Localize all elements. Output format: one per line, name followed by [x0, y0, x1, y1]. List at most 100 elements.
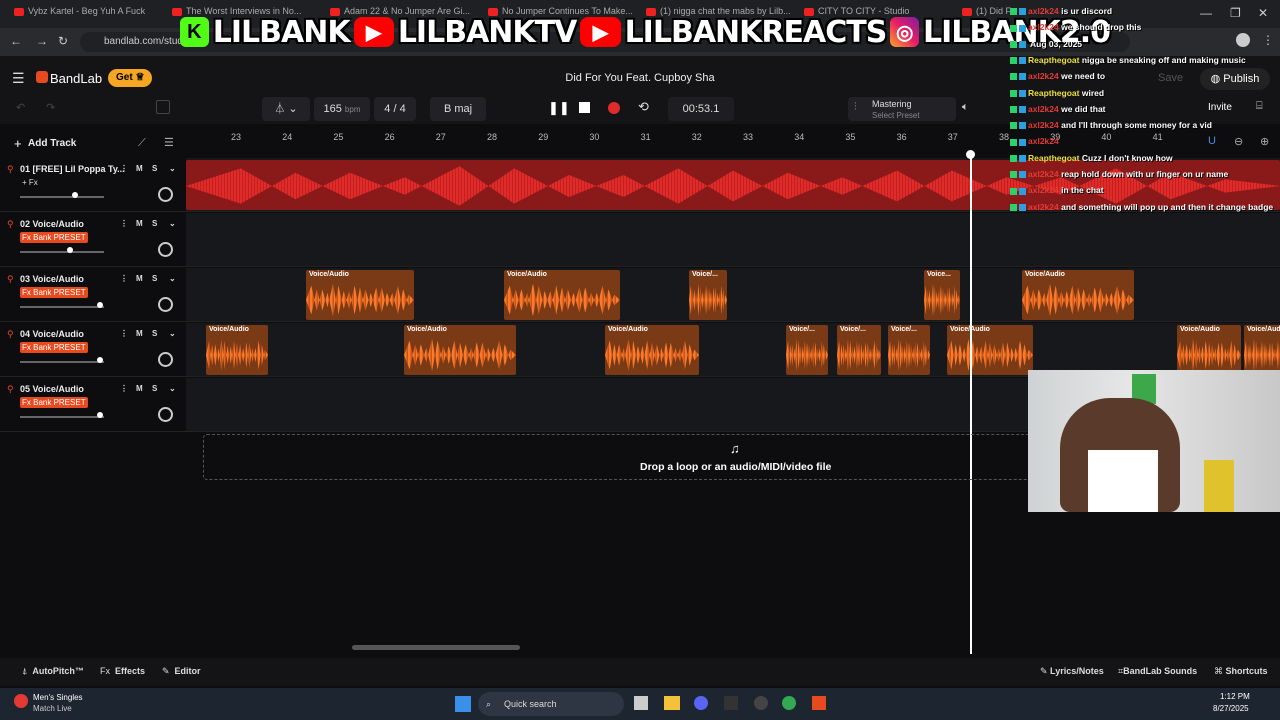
pan-knob[interactable] [158, 297, 173, 312]
stop-button[interactable] [579, 102, 590, 113]
obs-icon[interactable] [754, 696, 768, 710]
effects-button[interactable]: Fx Effects [100, 666, 145, 676]
taskbar-search[interactable]: ⌕ Quick search [478, 692, 624, 716]
audio-clip[interactable]: Voice/... [837, 325, 881, 375]
pan-knob[interactable] [158, 187, 173, 202]
track-name[interactable]: 04 Voice/Audio [20, 329, 84, 339]
reload-icon[interactable]: ↻ [58, 34, 68, 48]
app-icon[interactable] [812, 696, 826, 710]
track-settings-icon[interactable]: ☰ [164, 136, 174, 149]
song-title[interactable]: Did For You Feat. Cupboy Sha [540, 72, 740, 84]
track-name[interactable]: 03 Voice/Audio [20, 274, 84, 284]
redo-icon[interactable]: ↷ [46, 101, 55, 114]
playhead-handle[interactable] [966, 150, 975, 159]
browser-tab[interactable]: Vybz Kartel - Beg Yuh A Fuck [14, 6, 164, 24]
time-signature-field[interactable]: 4 / 4 [374, 97, 416, 121]
pan-knob[interactable] [158, 352, 173, 367]
solo-button[interactable]: S [152, 274, 157, 283]
audio-clip[interactable]: Voice/Audio [206, 325, 268, 375]
track-name[interactable]: 02 Voice/Audio [20, 219, 84, 229]
volume-slider-handle[interactable] [71, 192, 78, 198]
metronome-toggle[interactable]: ⏃ ⌄ [262, 97, 310, 121]
fx-preset-badge[interactable]: + Fx [20, 177, 40, 188]
autopitch-button[interactable]: ⍋ AutoPitch™ [22, 666, 84, 677]
fx-preset-badge[interactable]: Fx Bank PRESET [20, 342, 88, 353]
audio-clip[interactable]: Voice/Audio [306, 270, 414, 320]
volume-slider[interactable] [20, 251, 104, 253]
volume-slider[interactable] [20, 361, 104, 363]
mute-button[interactable]: M [136, 219, 143, 228]
track-name[interactable]: 01 [FREE] Lil Poppa Ty... [20, 164, 125, 174]
editor-button[interactable]: ✎ Editor [162, 666, 201, 677]
lyrics-notes-button[interactable]: ✎ Lyrics/Notes [1040, 666, 1104, 677]
chrome-icon[interactable] [782, 696, 796, 710]
track-header[interactable]: ⚲ 02 Voice/Audio Fx Bank PRESET ⋮ M S ⌄ [0, 213, 186, 267]
volume-slider[interactable] [20, 196, 104, 198]
mute-button[interactable]: M [136, 274, 143, 283]
fx-preset-badge[interactable]: Fx Bank PRESET [20, 232, 88, 243]
audio-clip[interactable]: Voice/Audio [605, 325, 699, 375]
track-header[interactable]: ⚲ 05 Voice/Audio Fx Bank PRESET ⋮ M S ⌄ [0, 378, 186, 432]
get-membership-button[interactable]: Get ♕ [108, 69, 153, 87]
track-lane[interactable]: Voice/Audio Voice/Audio Voice/... Voice... V… [186, 268, 1280, 322]
track-name[interactable]: 05 Voice/Audio [20, 384, 84, 394]
track-menu-icon[interactable]: ⋮ [120, 274, 128, 283]
discord-icon[interactable] [694, 696, 708, 710]
volume-slider[interactable] [20, 306, 104, 308]
solo-button[interactable]: S [152, 219, 157, 228]
audio-clip[interactable]: Voice... [924, 270, 960, 320]
key-field[interactable]: B maj [430, 97, 486, 121]
bandlab-sounds-button[interactable]: ⌗BandLab Sounds [1118, 666, 1197, 677]
fx-preset-badge[interactable]: Fx Bank PRESET [20, 397, 88, 408]
mute-button[interactable]: M [136, 164, 143, 173]
volume-slider-handle[interactable] [96, 357, 103, 363]
track-menu-icon[interactable]: ⋮ [120, 329, 128, 338]
chevron-down-icon[interactable]: ⌄ [169, 329, 176, 338]
solo-button[interactable]: S [152, 384, 157, 393]
file-explorer-icon[interactable] [664, 696, 680, 710]
pan-knob[interactable] [158, 407, 173, 422]
windows-start-icon[interactable] [455, 696, 471, 712]
track-header[interactable]: ⚲ 01 [FREE] Lil Poppa Ty... + Fx ⋮ M S ⌄ [0, 158, 186, 212]
audio-clip[interactable]: Voice/... [786, 325, 828, 375]
shortcuts-button[interactable]: ⌘ Shortcuts [1214, 666, 1268, 677]
back-icon[interactable]: ← [10, 34, 22, 48]
forward-icon[interactable]: → [36, 34, 48, 48]
hamburger-menu-icon[interactable]: ☰ [12, 70, 25, 87]
track-menu-icon[interactable]: ⋮ [120, 219, 128, 228]
track-menu-icon[interactable]: ⋮ [120, 384, 128, 393]
volume-slider-handle[interactable] [96, 412, 103, 418]
mastering-button[interactable]: ⫶ Mastering Select Preset [848, 97, 956, 121]
save-snapshot-icon[interactable] [156, 100, 170, 114]
tempo-field[interactable]: 165 bpm [314, 97, 370, 121]
volume-slider-handle[interactable] [96, 302, 103, 308]
loop-icon[interactable]: ⟲ [638, 99, 649, 115]
audio-clip[interactable]: Voice/... [888, 325, 930, 375]
pan-knob[interactable] [158, 242, 173, 257]
task-view-icon[interactable] [634, 696, 648, 710]
sports-widget-icon[interactable] [14, 694, 28, 708]
track-lane[interactable]: Voice/Audio Voice/Audio Voice/Audio Voice/.… [186, 323, 1280, 377]
audio-clip[interactable]: Voice/Audio [504, 270, 620, 320]
audio-clip[interactable]: Voice/Audio [1244, 325, 1280, 375]
volume-icon[interactable]: 🔈︎ [962, 101, 969, 114]
audio-clip[interactable]: Voice/Audio [947, 325, 1033, 375]
solo-button[interactable]: S [152, 329, 157, 338]
mute-button[interactable]: M [136, 384, 143, 393]
automation-icon[interactable]: ⟋ [138, 137, 146, 150]
audio-clip[interactable]: Voice/Audio [1022, 270, 1134, 320]
track-header[interactable]: ⚲ 03 Voice/Audio Fx Bank PRESET ⋮ M S ⌄ [0, 268, 186, 322]
chevron-down-icon[interactable]: ⌄ [169, 384, 176, 393]
undo-icon[interactable]: ↶ [16, 101, 25, 114]
chevron-down-icon[interactable]: ⌄ [169, 164, 176, 173]
record-button[interactable] [608, 102, 620, 114]
horizontal-scrollbar[interactable] [352, 645, 520, 650]
solo-button[interactable]: S [152, 164, 157, 173]
pause-button[interactable]: ❚❚ [548, 100, 570, 116]
chevron-down-icon[interactable]: ⌄ [169, 219, 176, 228]
audio-clip[interactable]: Voice/Audio [1177, 325, 1241, 375]
add-track-button[interactable]: Add Track [28, 138, 76, 149]
track-header[interactable]: ⚲ 04 Voice/Audio Fx Bank PRESET ⋮ M S ⌄ [0, 323, 186, 377]
track-menu-icon[interactable]: ⋮ [120, 164, 128, 173]
audio-clip[interactable]: Voice/Audio [404, 325, 516, 375]
